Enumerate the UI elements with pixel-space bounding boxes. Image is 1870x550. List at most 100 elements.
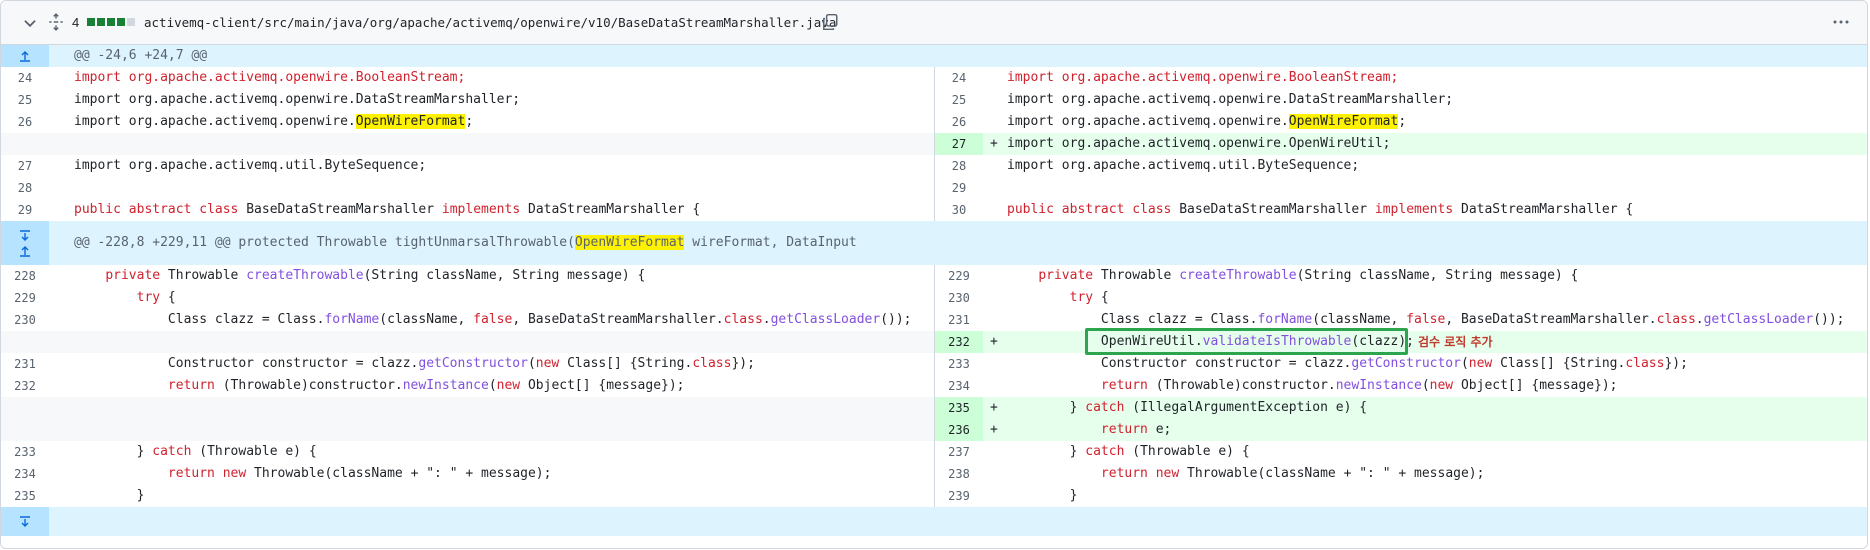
- code-text: DataStreamMarshaller {: [1461, 202, 1634, 217]
- hunk-header-text: @@ -228,8 +229,11 @@ protected Throwable…: [74, 221, 857, 265]
- line-number[interactable]: 24: [1, 67, 49, 89]
- code-line: }: [74, 488, 145, 503]
- line-number[interactable]: 239: [935, 485, 983, 507]
- line-number[interactable]: 26: [1, 111, 49, 133]
- line-number[interactable]: 235: [935, 397, 983, 419]
- line-number[interactable]: 230: [1, 309, 49, 331]
- code-text: DataStreamMarshaller {: [528, 202, 701, 217]
- diff-row: 231 Constructor constructor = clazz.getC…: [1, 353, 1867, 375]
- code-line: Constructor constructor = clazz.getConst…: [1007, 356, 1688, 371]
- line-number[interactable]: 29: [1, 199, 49, 221]
- line-number[interactable]: 234: [935, 375, 983, 397]
- code-line: }: [1007, 488, 1078, 503]
- line-number[interactable]: 233: [935, 353, 983, 375]
- code-text: import org.apache.activemq.openwire.Data…: [1007, 92, 1454, 107]
- diff-row-added: 27 + import org.apache.activemq.openwire.O…: [1, 133, 1867, 155]
- code-text: BaseDataStreamMarshaller: [246, 202, 435, 217]
- code-line: return e;: [1100, 422, 1172, 437]
- empty-cell: [1, 331, 935, 353]
- highlighted-token: OpenWireFormat: [574, 235, 685, 250]
- keyword: class: [1132, 202, 1172, 217]
- line-number[interactable]: 26: [935, 111, 983, 133]
- code-line: return (Throwable)constructor.newInstanc…: [1100, 378, 1618, 393]
- diff-row: 25 import org.apache.activemq.openwire.Da…: [1, 89, 1867, 111]
- line-number[interactable]: 30: [935, 199, 983, 221]
- keyword: abstract: [128, 202, 192, 217]
- line-number[interactable]: 28: [1, 177, 49, 199]
- diff-row: 228 private Throwable createThrowable(St…: [1, 265, 1867, 287]
- changes-count: 4: [72, 15, 80, 30]
- code-line: return new Throwable(className + ": " + …: [1100, 466, 1485, 481]
- line-number[interactable]: 29: [935, 177, 983, 199]
- code-text: import org.apache.activemq.util.ByteSequ…: [74, 158, 427, 173]
- hunk-header-prefix: @@ -228,8 +229,11 @@ protected Throwable…: [74, 235, 575, 250]
- line-number[interactable]: 25: [935, 89, 983, 111]
- diff-row: 229 try { 230 try {: [1, 287, 1867, 309]
- expand-all-icon[interactable]: [47, 13, 65, 31]
- expand-up-icon: [20, 51, 30, 62]
- highlighted-token: OpenWireFormat: [355, 114, 466, 129]
- line-number[interactable]: 238: [935, 463, 983, 485]
- code-line: } catch (IllegalArgumentException e) {: [1007, 400, 1368, 415]
- expand-button[interactable]: [1, 221, 49, 265]
- expand-down-icon: [20, 515, 30, 527]
- hunk-header: @@ -228,8 +229,11 @@ protected Throwable…: [1, 221, 1867, 265]
- diff-row: 233 } catch (Throwable e) { 237 } catch …: [1, 441, 1867, 463]
- line-number[interactable]: 229: [1, 287, 49, 309]
- line-number[interactable]: 236: [935, 419, 983, 441]
- line-number[interactable]: 232: [935, 331, 983, 353]
- line-number[interactable]: 28: [935, 155, 983, 177]
- diff-row: 230 Class clazz = Class.forName(classNam…: [1, 309, 1867, 331]
- line-number[interactable]: 229: [935, 265, 983, 287]
- hunk-header: @@ -24,6 +24,7 @@: [1, 45, 1867, 67]
- keyword: class: [199, 202, 239, 217]
- file-path[interactable]: activemq-client/src/main/java/org/apache…: [144, 15, 836, 30]
- empty-cell: [1, 133, 935, 155]
- expand-up-button[interactable]: [1, 45, 49, 67]
- highlighted-token: OpenWireFormat: [1288, 114, 1399, 129]
- chevron-down-icon[interactable]: [21, 14, 39, 32]
- expand-down-button[interactable]: [1, 507, 49, 536]
- file-header: 4 activemq-client/src/main/java/org/apac…: [1, 1, 1867, 45]
- line-number[interactable]: 27: [935, 133, 983, 155]
- diff-row: 28 29: [1, 177, 1867, 199]
- line-number[interactable]: 233: [1, 441, 49, 463]
- diffstat-bars: [87, 18, 135, 26]
- hunk-header-suffix: wireFormat, DataInput: [684, 235, 857, 250]
- code-text: import org.apache.activemq.openwire.Bool…: [74, 70, 466, 85]
- line-number[interactable]: 24: [935, 67, 983, 89]
- code-line: private Throwable createThrowable(String…: [1038, 268, 1579, 283]
- code-text: ;: [465, 114, 474, 129]
- line-number[interactable]: 25: [1, 89, 49, 111]
- code-line: private Throwable createThrowable(String…: [105, 268, 646, 283]
- diffstat-bar: [127, 18, 135, 26]
- line-number[interactable]: 231: [1, 353, 49, 375]
- code-line: Constructor constructor = clazz.getConst…: [74, 356, 755, 371]
- kebab-menu-icon[interactable]: [1831, 13, 1851, 31]
- hunk-header-text: @@ -24,6 +24,7 @@: [74, 48, 208, 63]
- line-number[interactable]: 231: [935, 309, 983, 331]
- line-number[interactable]: 232: [1, 375, 49, 397]
- code-text: import org.apache.activemq.util.ByteSequ…: [1007, 158, 1360, 173]
- plus-marker: +: [990, 334, 998, 349]
- line-number[interactable]: 235: [1, 485, 49, 507]
- code-line: try {: [136, 290, 176, 305]
- copy-icon[interactable]: [821, 13, 839, 31]
- plus-marker: +: [990, 400, 998, 415]
- line-number[interactable]: 237: [935, 441, 983, 463]
- code-line: return (Throwable)constructor.newInstanc…: [167, 378, 685, 393]
- line-number[interactable]: 230: [935, 287, 983, 309]
- code-line: } catch (Throwable e) {: [74, 444, 317, 459]
- annotation-label: 검수 로직 추가: [1418, 335, 1493, 349]
- diff-row: 24 import org.apache.activemq.openwire.Bo…: [1, 67, 1867, 89]
- diffstat-bar: [107, 18, 115, 26]
- line-number[interactable]: 27: [1, 155, 49, 177]
- diff-row: 235 } 239 }: [1, 485, 1867, 507]
- diffstat-bar: [117, 18, 125, 26]
- diff-row: 26 import org.apache.activemq.openwire.Op…: [1, 111, 1867, 133]
- line-number[interactable]: 228: [1, 265, 49, 287]
- line-number[interactable]: 234: [1, 463, 49, 485]
- empty-cell: [1, 419, 935, 441]
- code-text: BaseDataStreamMarshaller: [1179, 202, 1368, 217]
- keyword: public: [1007, 202, 1054, 217]
